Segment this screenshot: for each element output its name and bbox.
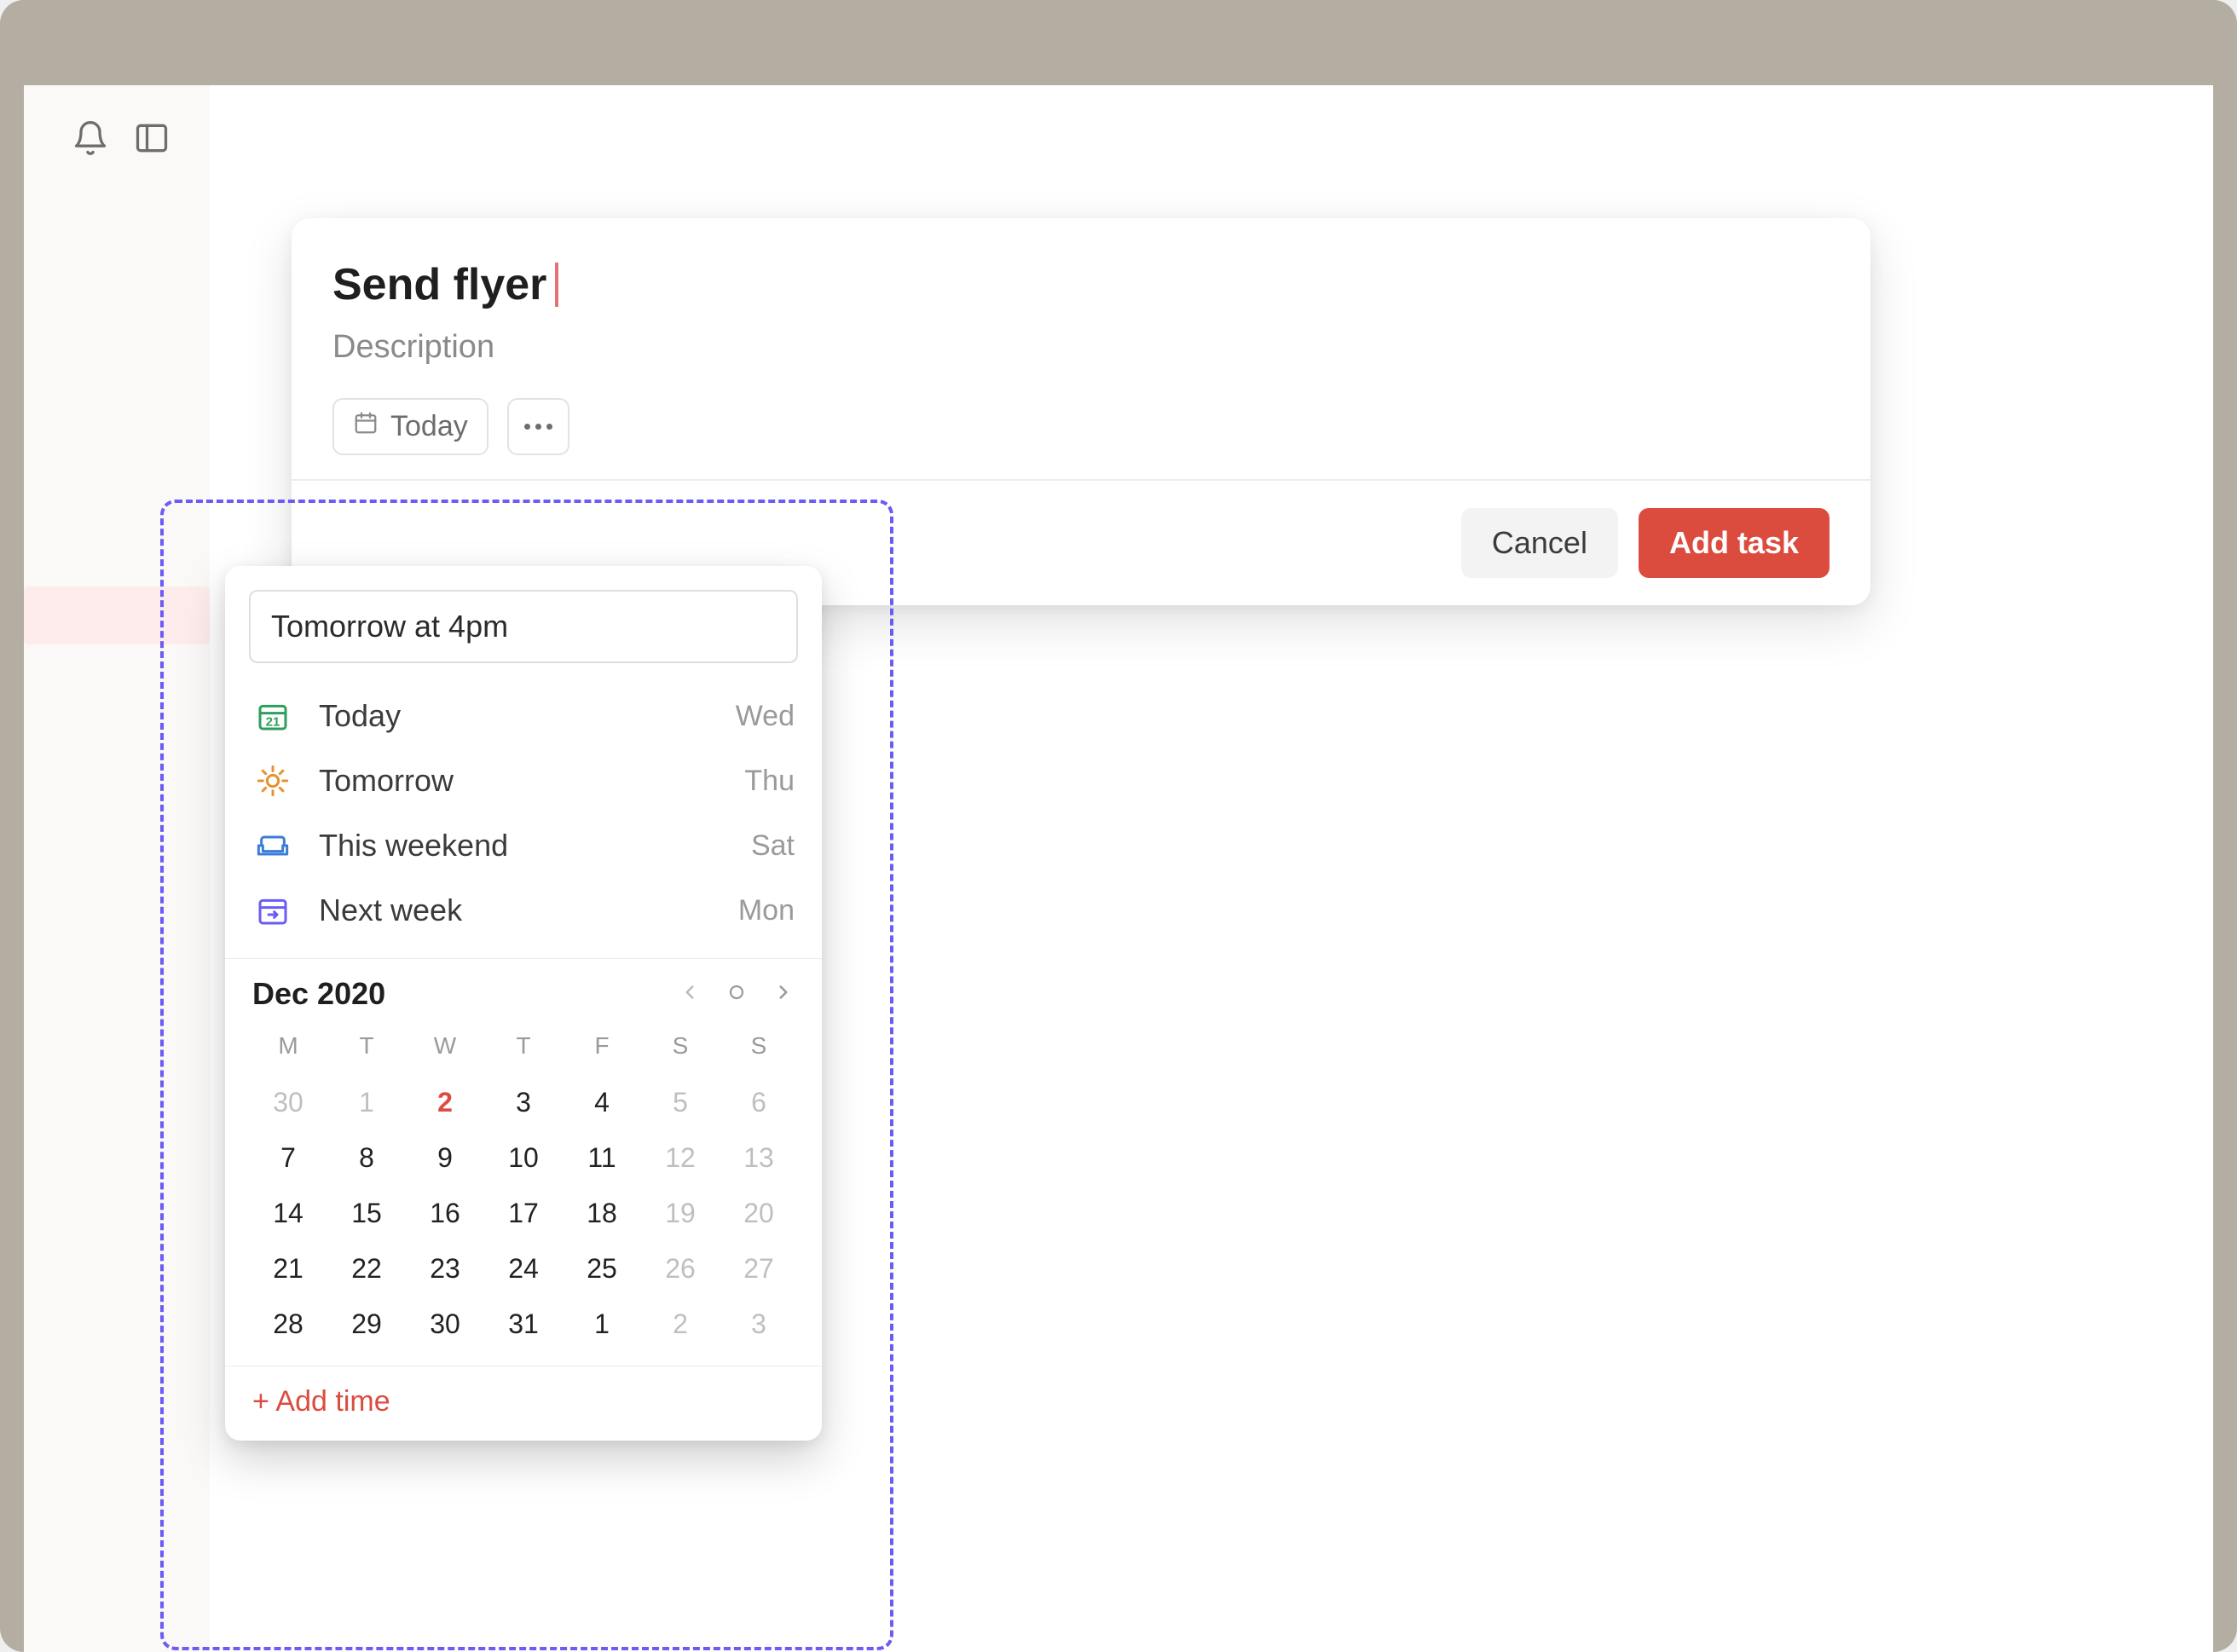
calendar-day[interactable]: 17 (484, 1186, 563, 1241)
due-date-chip[interactable]: Today (332, 398, 488, 455)
sidebar-selection-highlight (24, 586, 210, 644)
quick-day: Mon (738, 894, 795, 927)
more-options-button[interactable] (507, 398, 569, 455)
quick-next-week[interactable]: Next week Mon (225, 878, 822, 943)
svg-text:21: 21 (266, 715, 280, 730)
calendar-day[interactable]: 11 (563, 1130, 641, 1186)
calendar-week-row: 21222324252627 (249, 1241, 798, 1297)
calendar-day[interactable]: 30 (249, 1075, 327, 1130)
calendar-day[interactable]: 3 (720, 1297, 798, 1352)
calendar-day[interactable]: 13 (720, 1130, 798, 1186)
quick-today[interactable]: 21 Today Wed (225, 684, 822, 748)
calendar-week-row: 28293031123 (249, 1297, 798, 1352)
calendar-day[interactable]: 14 (249, 1186, 327, 1241)
next-week-icon (252, 890, 293, 931)
calendar-day[interactable]: 1 (327, 1075, 406, 1130)
calendar-dow: S (641, 1024, 720, 1075)
bell-icon[interactable] (72, 119, 109, 157)
calendar-day[interactable]: 3 (484, 1075, 563, 1130)
panel-toggle-icon[interactable] (133, 119, 171, 157)
due-date-label: Today (390, 410, 468, 443)
task-editor-top: Send flyer Description Today (292, 218, 1870, 479)
calendar-day[interactable]: 31 (484, 1297, 563, 1352)
sun-icon (252, 760, 293, 801)
calendar-day[interactable]: 19 (641, 1186, 720, 1241)
window-titlebar (0, 0, 2237, 85)
today-icon: 21 (252, 696, 293, 736)
calendar-month-label: Dec 2020 (252, 976, 679, 1012)
calendar-header: Dec 2020 (225, 959, 822, 1019)
calendar-week-row: 14151617181920 (249, 1186, 798, 1241)
calendar-day[interactable]: 12 (641, 1130, 720, 1186)
date-scheduler-popover: 21 Today Wed Tomorrow Thu (225, 566, 822, 1441)
calendar-day[interactable]: 16 (406, 1186, 484, 1241)
calendar-day[interactable]: 20 (720, 1186, 798, 1241)
add-time-button[interactable]: + Add time (225, 1366, 822, 1424)
cancel-button[interactable]: Cancel (1461, 508, 1618, 578)
calendar-week-row: 30123456 (249, 1075, 798, 1130)
calendar-day[interactable]: 1 (563, 1297, 641, 1352)
main-area: Send flyer Description Today (210, 85, 2213, 1652)
calendar-day[interactable]: 24 (484, 1241, 563, 1297)
calendar-dow-row: MTWTFSS (249, 1024, 798, 1075)
calendar-dow: W (406, 1024, 484, 1075)
quick-label: Next week (319, 892, 738, 928)
content-area: Send flyer Description Today (24, 85, 2213, 1652)
calendar-day[interactable]: 5 (641, 1075, 720, 1130)
quick-date-list: 21 Today Wed Tomorrow Thu (225, 679, 822, 959)
quick-label: Today (319, 698, 736, 734)
task-description-input[interactable]: Description (332, 329, 1829, 366)
calendar-day[interactable]: 7 (249, 1130, 327, 1186)
calendar-day[interactable]: 25 (563, 1241, 641, 1297)
calendar-dow: F (563, 1024, 641, 1075)
calendar-day[interactable]: 6 (720, 1075, 798, 1130)
calendar-day[interactable]: 9 (406, 1130, 484, 1186)
quick-day: Sat (751, 829, 795, 863)
calendar-day[interactable]: 23 (406, 1241, 484, 1297)
calendar-day[interactable]: 27 (720, 1241, 798, 1297)
quick-day: Thu (744, 765, 795, 798)
quick-tomorrow[interactable]: Tomorrow Thu (225, 748, 822, 813)
prev-month-button[interactable] (679, 981, 701, 1008)
calendar-day[interactable]: 26 (641, 1241, 720, 1297)
calendar-icon (353, 410, 379, 443)
calendar-dow: T (327, 1024, 406, 1075)
today-jump-button[interactable] (726, 982, 747, 1007)
task-editor-card: Send flyer Description Today (292, 218, 1870, 605)
calendar-nav (679, 981, 795, 1008)
calendar-dow: M (249, 1024, 327, 1075)
next-month-button[interactable] (772, 981, 795, 1008)
calendar-day[interactable]: 29 (327, 1297, 406, 1352)
quick-label: Tomorrow (319, 763, 744, 799)
calendar-day[interactable]: 2 (641, 1297, 720, 1352)
calendar-dow: S (720, 1024, 798, 1075)
couch-icon (252, 825, 293, 866)
dots-icon (524, 424, 552, 430)
quick-day: Wed (736, 700, 795, 733)
left-sidebar (24, 85, 210, 1652)
quick-weekend[interactable]: This weekend Sat (225, 813, 822, 878)
calendar-day[interactable]: 2 (406, 1075, 484, 1130)
add-task-button[interactable]: Add task (1639, 508, 1829, 578)
calendar-day[interactable]: 8 (327, 1130, 406, 1186)
calendar-day[interactable]: 30 (406, 1297, 484, 1352)
date-text-input[interactable] (249, 590, 798, 663)
quick-label: This weekend (319, 828, 751, 864)
calendar-dow: T (484, 1024, 563, 1075)
calendar-day[interactable]: 10 (484, 1130, 563, 1186)
calendar-day[interactable]: 21 (249, 1241, 327, 1297)
calendar-day[interactable]: 18 (563, 1186, 641, 1241)
calendar-day[interactable]: 28 (249, 1297, 327, 1352)
text-cursor (555, 263, 558, 307)
chip-row: Today (332, 398, 1829, 455)
app-window: Send flyer Description Today (0, 0, 2237, 1652)
calendar-day[interactable]: 15 (327, 1186, 406, 1241)
calendar-day[interactable]: 4 (563, 1075, 641, 1130)
calendar-week-row: 78910111213 (249, 1130, 798, 1186)
calendar-day[interactable]: 22 (327, 1241, 406, 1297)
task-title-input[interactable]: Send flyer (332, 259, 1829, 310)
calendar-grid: MTWTFSS 30123456789101112131415161718192… (225, 1019, 822, 1366)
task-title-text: Send flyer (332, 259, 546, 310)
